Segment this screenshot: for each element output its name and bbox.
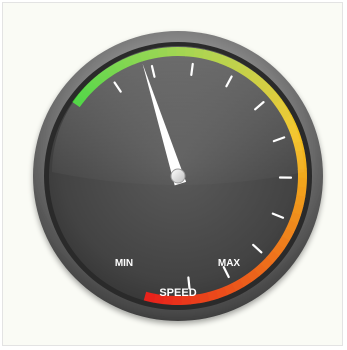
- scale-tick: [190, 62, 194, 76]
- max-label: MAX: [218, 258, 241, 269]
- speed-gauge: MIN MAX SPEED: [33, 31, 323, 321]
- min-label: MIN: [115, 258, 133, 269]
- gauge-title: SPEED: [159, 287, 196, 299]
- needle-hub: [170, 168, 186, 184]
